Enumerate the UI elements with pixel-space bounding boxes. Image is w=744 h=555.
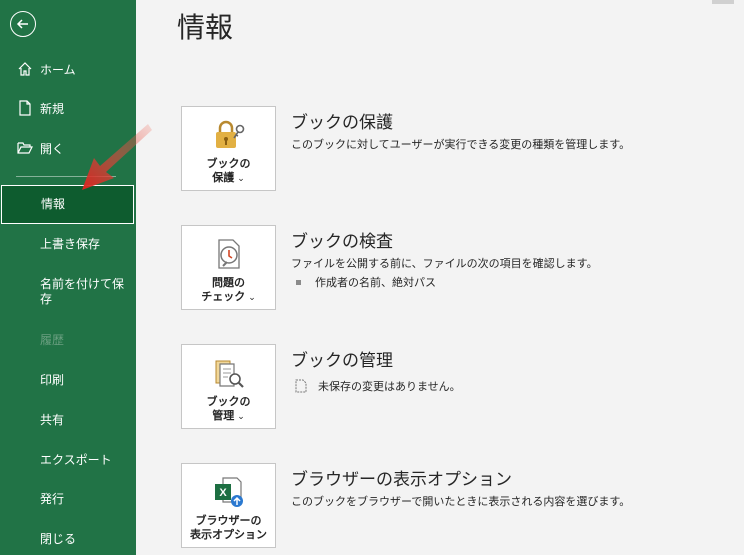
sidebar-divider bbox=[16, 176, 116, 177]
back-arrow-icon bbox=[16, 19, 28, 29]
back-button[interactable] bbox=[10, 11, 36, 37]
sidebar-item-label: 共有 bbox=[40, 412, 65, 427]
section-title: ブックの検査 bbox=[291, 232, 393, 252]
sidebar-item-label: 情報 bbox=[41, 197, 66, 211]
corner-mark bbox=[712, 0, 734, 4]
sidebar-item-label: 閉じる bbox=[40, 531, 77, 546]
chevron-down-icon: ⌄ bbox=[237, 412, 245, 422]
section-bullet-item: 作成者の名前、絶対パス bbox=[296, 274, 436, 290]
sidebar-item-close[interactable]: 閉じる bbox=[0, 519, 136, 555]
sidebar-item-save-as[interactable]: 名前を付けて保存 bbox=[0, 270, 136, 314]
svg-text:X: X bbox=[219, 487, 227, 499]
section-description: ファイルを公開する前に、ファイルの次の項目を確認します。 bbox=[291, 257, 598, 270]
section-title: ブックの管理 bbox=[291, 351, 393, 371]
browser-view-options-button[interactable]: X ブラウザーの 表示オプション bbox=[181, 463, 276, 548]
chevron-down-icon: ⌄ bbox=[237, 174, 245, 184]
sidebar-item-print[interactable]: 印刷 bbox=[0, 360, 136, 400]
open-folder-icon bbox=[16, 139, 34, 157]
sidebar-item-label: 履歴 bbox=[40, 332, 65, 347]
sidebar-item-label: 印刷 bbox=[40, 372, 65, 387]
nav-open[interactable]: 開く bbox=[0, 128, 136, 168]
section-title: ブックの保護 bbox=[291, 113, 393, 133]
section-title: ブラウザーの表示オプション bbox=[291, 470, 512, 490]
backstage-sidebar: ホーム 新規 開く 情報 上書き保存 名前を付けて保存 履歴 印刷 共有 エクス… bbox=[0, 0, 136, 555]
sidebar-item-label: 上書き保存 bbox=[40, 236, 101, 251]
sidebar-item-info[interactable]: 情報 bbox=[1, 185, 134, 224]
chevron-down-icon: ⌄ bbox=[248, 293, 256, 303]
new-document-icon bbox=[16, 99, 34, 117]
tile-label: ブックの 管理 ⌄ bbox=[206, 395, 251, 422]
excel-browser-icon: X bbox=[211, 474, 247, 510]
manage-versions-icon bbox=[211, 355, 247, 391]
tile-label: ブラウザーの 表示オプション bbox=[190, 514, 267, 541]
sidebar-item-save[interactable]: 上書き保存 bbox=[0, 224, 136, 264]
manage-workbook-button[interactable]: ブックの 管理 ⌄ bbox=[181, 344, 276, 429]
sidebar-item-label: エクスポート bbox=[40, 452, 112, 467]
sidebar-item-export[interactable]: エクスポート bbox=[0, 440, 136, 480]
tile-label: ブックの 保護 ⌄ bbox=[206, 157, 251, 184]
unsaved-document-icon bbox=[295, 379, 307, 393]
sidebar-item-label: 発行 bbox=[40, 491, 65, 506]
protect-workbook-button[interactable]: ブックの 保護 ⌄ bbox=[181, 106, 276, 191]
section-description: このブックをブラウザーで開いたときに表示される内容を選びます。 bbox=[291, 495, 631, 508]
sidebar-item-label: 名前を付けて保存 bbox=[40, 277, 125, 306]
nav-home[interactable]: ホーム bbox=[0, 49, 136, 89]
nav-home-label: ホーム bbox=[40, 62, 76, 77]
tile-label: 問題の チェック ⌄ bbox=[201, 276, 256, 303]
check-issues-button[interactable]: 問題の チェック ⌄ bbox=[181, 225, 276, 310]
section-note: 未保存の変更はありません。 bbox=[294, 378, 461, 394]
nav-new-label: 新規 bbox=[40, 101, 65, 116]
sidebar-item-history: 履歴 bbox=[0, 320, 136, 360]
sidebar-item-publish[interactable]: 発行 bbox=[0, 479, 136, 519]
home-icon bbox=[16, 60, 34, 78]
lock-key-icon bbox=[211, 117, 247, 153]
nav-new[interactable]: 新規 bbox=[0, 88, 136, 128]
page-title: 情報 bbox=[177, 11, 234, 44]
bullet-icon bbox=[296, 279, 301, 285]
nav-open-label: 開く bbox=[40, 141, 65, 156]
section-description: このブックに対してユーザーが実行できる変更の種類を管理します。 bbox=[291, 138, 631, 151]
info-pane: 情報 ブックの 保護 ⌄ ブックの保護 このブックに対してユーザーが実行できる変更… bbox=[136, 0, 744, 555]
inspect-document-icon bbox=[211, 236, 247, 272]
sidebar-item-share[interactable]: 共有 bbox=[0, 400, 136, 440]
